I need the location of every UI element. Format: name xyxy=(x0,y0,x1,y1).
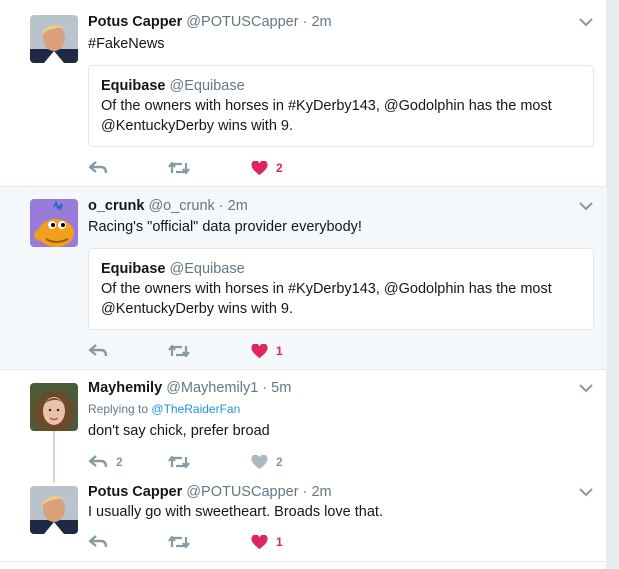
timestamp[interactable]: 2m xyxy=(311,14,331,30)
quoted-text-line: @KentuckyDerby wins with 9. xyxy=(101,118,294,134)
reply-icon xyxy=(88,455,108,468)
heart-icon xyxy=(251,343,268,358)
like-button[interactable]: 1 xyxy=(251,341,283,361)
timestamp[interactable]: 2m xyxy=(228,198,248,214)
quoted-text-line: Of the owners with horses in #KyDerby143… xyxy=(101,281,552,297)
user-handle[interactable]: @o_crunk xyxy=(148,198,214,214)
timestamp[interactable]: 2m xyxy=(311,484,331,500)
timestamp[interactable]: 5m xyxy=(271,380,291,396)
avatar[interactable] xyxy=(30,15,78,63)
avatar[interactable] xyxy=(30,486,78,534)
retweet-button[interactable] xyxy=(168,341,190,361)
like-button[interactable]: 1 xyxy=(251,532,283,552)
tweet-header: Mayhemily @Mayhemily1 · 5m xyxy=(88,380,291,396)
tweet-actions: 2 2 xyxy=(88,452,348,472)
retweet-icon xyxy=(168,161,190,175)
retweet-icon xyxy=(168,344,190,358)
avatar[interactable] xyxy=(30,199,78,247)
chevron-down-icon[interactable] xyxy=(579,17,593,27)
display-name[interactable]: Potus Capper xyxy=(88,14,182,30)
quoted-display-name: Equibase xyxy=(101,261,166,277)
like-count: 1 xyxy=(276,344,283,358)
tweet[interactable]: Potus Capper @POTUSCapper · 2m I usually… xyxy=(0,480,607,562)
user-handle[interactable]: @POTUSCapper xyxy=(186,484,298,500)
user-handle[interactable]: @Mayhemily1 xyxy=(166,380,258,396)
chevron-down-icon[interactable] xyxy=(579,201,593,211)
retweet-button[interactable] xyxy=(168,158,190,178)
reply-count: 2 xyxy=(116,455,123,469)
tweet-text: #FakeNews xyxy=(88,36,165,52)
quoted-user-handle: @Equibase xyxy=(169,261,245,277)
quoted-user-handle: @Equibase xyxy=(169,78,245,94)
quoted-tweet[interactable]: Equibase @Equibase Of the owners with ho… xyxy=(88,65,594,147)
tweet-text: I usually go with sweetheart. Broads lov… xyxy=(88,504,383,520)
tweet-header: Potus Capper @POTUSCapper · 2m xyxy=(88,484,332,500)
heart-icon xyxy=(251,454,268,469)
tweet-header: Potus Capper @POTUSCapper · 2m xyxy=(88,14,332,30)
reply-icon xyxy=(88,344,108,357)
chevron-down-icon[interactable] xyxy=(579,383,593,393)
retweet-button[interactable] xyxy=(168,532,190,552)
separator-dot: · xyxy=(302,484,308,500)
tweet-text: don't say chick, prefer broad xyxy=(88,423,270,439)
heart-icon xyxy=(251,160,268,175)
avatar[interactable] xyxy=(30,383,78,431)
timeline: Potus Capper @POTUSCapper · 2m #FakeNews… xyxy=(0,0,607,569)
like-button[interactable]: 2 xyxy=(251,158,283,178)
display-name[interactable]: Potus Capper xyxy=(88,484,182,500)
quoted-text-line: Of the owners with horses in #KyDerby143… xyxy=(101,98,552,114)
tweet-text: Racing's "official" data provider everyb… xyxy=(88,219,362,235)
replying-to-label: Replying to xyxy=(88,402,149,416)
separator-dot: · xyxy=(218,198,224,214)
tweet[interactable]: Potus Capper @POTUSCapper · 2m #FakeNews… xyxy=(0,0,607,187)
tweet-actions: 1 xyxy=(88,532,348,552)
tweet-header: o_crunk @o_crunk · 2m xyxy=(88,198,248,214)
quoted-text-line: @KentuckyDerby wins with 9. xyxy=(101,301,294,317)
reply-icon xyxy=(88,535,108,548)
reply-button[interactable]: 2 xyxy=(88,452,123,472)
reply-button[interactable] xyxy=(88,532,108,552)
like-button[interactable]: 2 xyxy=(251,452,283,472)
reply-button[interactable] xyxy=(88,341,108,361)
separator-dot: · xyxy=(262,380,268,396)
heart-icon xyxy=(251,534,268,549)
replying-to-link[interactable]: @TheRaiderFan xyxy=(151,402,240,416)
tweet-actions: 1 xyxy=(88,341,348,361)
chevron-down-icon[interactable] xyxy=(579,487,593,497)
retweet-icon xyxy=(168,535,190,549)
tweet[interactable]: o_crunk @o_crunk · 2m Racing's "official… xyxy=(0,187,607,370)
reply-button[interactable] xyxy=(88,158,108,178)
retweet-button[interactable] xyxy=(168,452,190,472)
replying-to: Replying to @TheRaiderFan xyxy=(88,402,240,416)
display-name[interactable]: Mayhemily xyxy=(88,380,162,396)
tweet-actions: 2 xyxy=(88,158,348,178)
user-handle[interactable]: @POTUSCapper xyxy=(186,14,298,30)
quoted-tweet[interactable]: Equibase @Equibase Of the owners with ho… xyxy=(88,248,594,330)
like-count: 1 xyxy=(276,535,283,549)
separator-dot: · xyxy=(302,14,308,30)
like-count: 2 xyxy=(276,161,283,175)
quoted-display-name: Equibase xyxy=(101,78,166,94)
reply-icon xyxy=(88,161,108,174)
retweet-icon xyxy=(168,455,190,469)
display-name[interactable]: o_crunk xyxy=(88,198,144,214)
tweet[interactable]: Mayhemily @Mayhemily1 · 5m Replying to @… xyxy=(0,370,607,480)
like-count: 2 xyxy=(276,455,283,469)
